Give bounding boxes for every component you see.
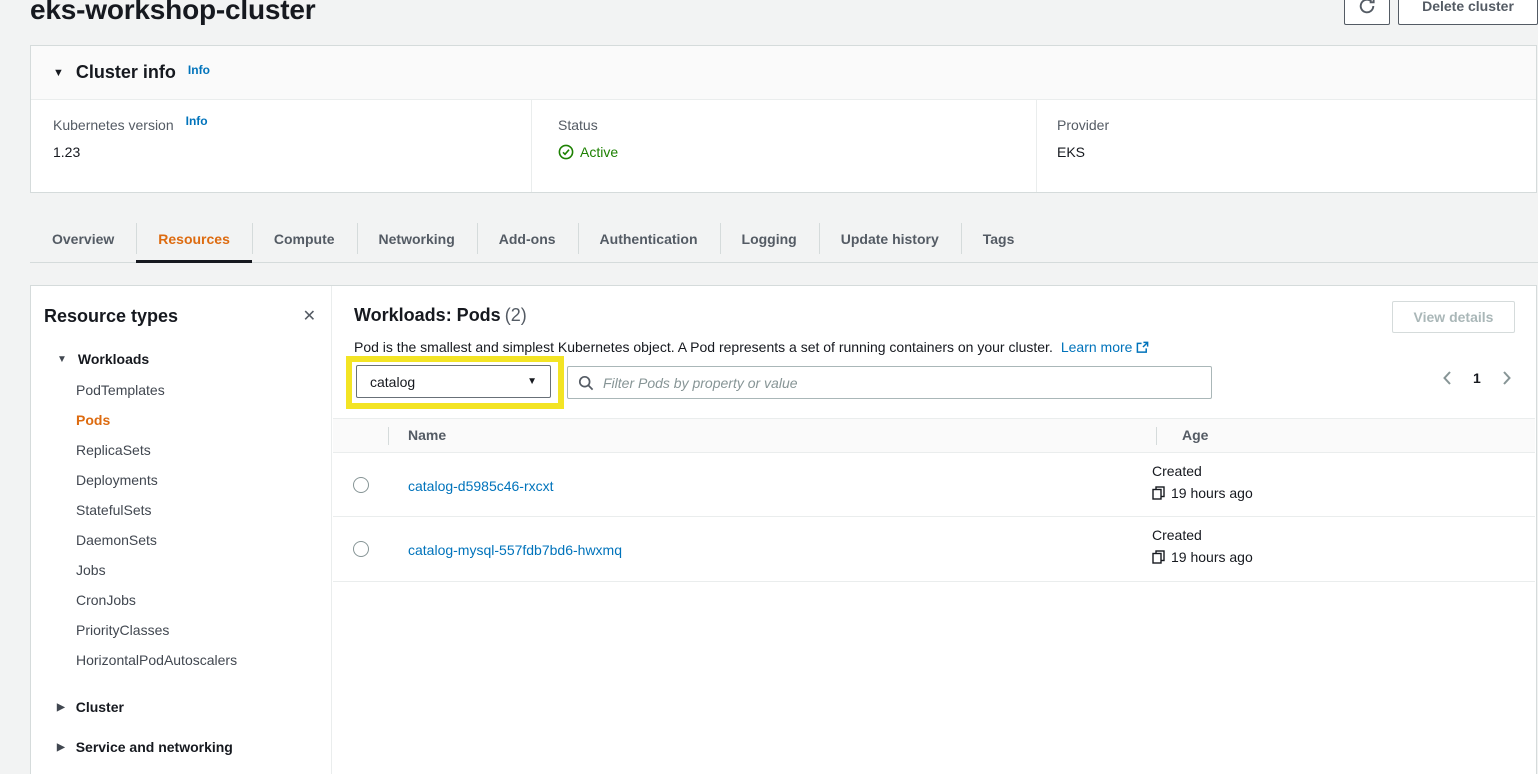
pods-title-text: Workloads: Pods (354, 305, 501, 325)
tab-compute[interactable]: Compute (252, 216, 357, 262)
learn-more-text: Learn more (1061, 339, 1133, 355)
age-created-label: Created (1152, 527, 1202, 543)
pod-name-link[interactable]: catalog-mysql-557fdb7bd6-hwxmq (408, 542, 622, 558)
sidebar-item-jobs[interactable]: Jobs (76, 555, 331, 585)
chevron-left-icon[interactable] (1441, 370, 1453, 386)
sidebar-item-priorityclasses[interactable]: PriorityClasses (76, 615, 331, 645)
sidebar-item-pods[interactable]: Pods (76, 405, 331, 435)
current-page[interactable]: 1 (1473, 370, 1481, 386)
status-badge: Active (558, 144, 1036, 160)
external-link-icon (1136, 341, 1149, 354)
resource-types-title: Resource types (44, 306, 178, 327)
pods-table-header: Name Age (333, 418, 1535, 453)
group-service-and-networking[interactable]: ▶ Service and networking (57, 739, 331, 755)
chevron-down-icon: ▼ (57, 354, 67, 365)
group-workloads-label: Workloads (78, 351, 149, 367)
row-radio-button[interactable] (353, 541, 369, 557)
cluster-info-header[interactable]: ▼ Cluster info Info (31, 46, 1536, 100)
refresh-button[interactable] (1344, 0, 1390, 25)
provider-label: Provider (1057, 117, 1536, 133)
sidebar-item-statefulsets[interactable]: StatefulSets (76, 495, 331, 525)
pods-filter-searchbox (567, 366, 1212, 399)
cluster-info-body: Kubernetes version Info 1.23 Status Acti… (31, 100, 1536, 192)
tab-add-ons[interactable]: Add-ons (477, 216, 578, 262)
sidebar-item-daemonsets[interactable]: DaemonSets (76, 525, 331, 555)
pods-panel-title: Workloads: Pods(2) (354, 305, 527, 326)
kubernetes-version-field: Kubernetes version Info 1.23 (31, 100, 531, 192)
column-header-age: Age (1182, 419, 1208, 452)
chevron-down-icon[interactable]: ▼ (53, 67, 64, 79)
pods-description-text: Pod is the smallest and simplest Kuberne… (354, 339, 1053, 355)
dropdown-value: catalog (370, 374, 415, 390)
provider-value: EKS (1057, 144, 1536, 160)
pagination: 1 (1441, 370, 1513, 386)
tab-authentication[interactable]: Authentication (578, 216, 720, 262)
age-created-label: Created (1152, 463, 1202, 479)
tab-tags[interactable]: Tags (961, 216, 1037, 262)
column-header-name: Name (408, 419, 446, 452)
group-workloads[interactable]: ▼ Workloads (57, 351, 331, 367)
search-input[interactable] (603, 375, 1201, 391)
tab-update-history[interactable]: Update history (819, 216, 961, 262)
delete-cluster-button[interactable]: Delete cluster (1398, 0, 1538, 25)
table-row: catalog-mysql-557fdb7bd6-hwxmq Created 1… (333, 517, 1535, 582)
copy-icon[interactable] (1152, 486, 1165, 500)
age-value: 19 hours ago (1171, 485, 1253, 501)
sidebar-item-deployments[interactable]: Deployments (76, 465, 331, 495)
tab-logging[interactable]: Logging (720, 216, 819, 262)
status-value: Active (580, 144, 618, 160)
page-title: eks-workshop-cluster (30, 0, 315, 26)
cluster-tabs: Overview Resources Compute Networking Ad… (30, 216, 1538, 263)
sidebar-item-horizontalpodautoscalers[interactable]: HorizontalPodAutoscalers (76, 645, 331, 675)
copy-icon[interactable] (1152, 550, 1165, 564)
column-divider (1156, 427, 1157, 445)
sidebar-item-cronjobs[interactable]: CronJobs (76, 585, 331, 615)
chevron-right-icon[interactable] (1501, 370, 1513, 386)
close-icon[interactable]: ✕ (303, 309, 316, 325)
cluster-info-title: Cluster info (76, 62, 176, 83)
status-label: Status (558, 117, 1036, 133)
refresh-icon (1358, 0, 1376, 15)
row-radio-button[interactable] (353, 477, 369, 493)
sidebar-item-podtemplates[interactable]: PodTemplates (76, 375, 331, 405)
resource-types-tree: ▼ Workloads PodTemplates Pods ReplicaSet… (31, 351, 331, 755)
pods-description: Pod is the smallest and simplest Kuberne… (354, 339, 1149, 355)
resources-panel: Resource types ✕ ▼ Workloads PodTemplate… (30, 285, 1537, 774)
pod-name-link[interactable]: catalog-d5985c46-rxcxt (408, 478, 554, 494)
group-service-label: Service and networking (76, 739, 233, 755)
kubernetes-version-value: 1.23 (53, 144, 531, 160)
group-cluster-label: Cluster (76, 699, 124, 715)
tab-overview[interactable]: Overview (30, 216, 136, 262)
learn-more-link[interactable]: Learn more (1061, 339, 1150, 355)
kubernetes-version-label: Kubernetes version (53, 117, 174, 133)
cluster-info-info-link[interactable]: Info (188, 63, 210, 77)
sidebar-item-replicasets[interactable]: ReplicaSets (76, 435, 331, 465)
resource-types-sidebar: Resource types ✕ ▼ Workloads PodTemplate… (31, 286, 332, 774)
table-row: catalog-d5985c46-rxcxt Created 19 hours … (333, 453, 1535, 517)
group-cluster[interactable]: ▶ Cluster (57, 699, 331, 715)
column-divider (388, 427, 389, 445)
kubernetes-version-info-link[interactable]: Info (186, 114, 208, 128)
tab-networking[interactable]: Networking (357, 216, 477, 262)
view-details-button[interactable]: View details (1392, 301, 1515, 333)
status-field: Status Active (531, 100, 1036, 192)
search-icon (578, 375, 594, 391)
namespace-filter-dropdown[interactable]: catalog ▼ (356, 365, 551, 398)
chevron-right-icon: ▶ (57, 742, 65, 753)
cluster-info-card: ▼ Cluster info Info Kubernetes version I… (30, 45, 1537, 193)
chevron-right-icon: ▶ (57, 702, 65, 713)
age-value: 19 hours ago (1171, 549, 1253, 565)
annotation-highlight-box: catalog ▼ (346, 356, 564, 409)
pods-count: (2) (505, 305, 527, 325)
provider-field: Provider EKS (1036, 100, 1536, 192)
tab-resources[interactable]: Resources (136, 216, 252, 262)
check-circle-icon (558, 144, 574, 160)
chevron-down-icon: ▼ (527, 376, 537, 387)
